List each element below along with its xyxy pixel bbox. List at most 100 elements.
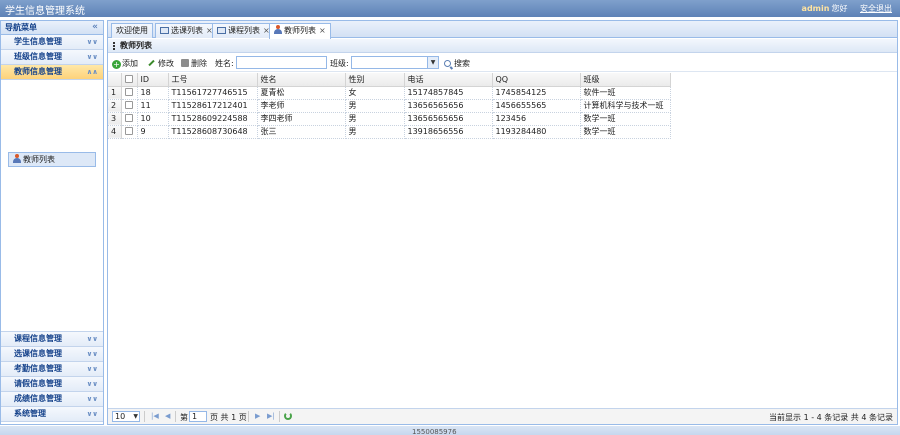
- sidebar-group-label: 请假信息管理: [14, 379, 62, 388]
- add-button[interactable]: + 添加: [112, 58, 138, 69]
- next-page-icon[interactable]: ▶: [255, 412, 260, 420]
- page-size-select[interactable]: 10 ▼: [112, 411, 140, 422]
- column-header[interactable]: 性别: [345, 73, 405, 87]
- tab-bar: 欢迎使用 选课列表 × 课程列表 × 教师列表 ×: [108, 21, 897, 39]
- sidebar-group-label: 系统管理: [14, 409, 46, 418]
- search-label: 搜索: [454, 59, 470, 68]
- sidebar-header: 导航菜单 «: [1, 21, 103, 35]
- name-search-input[interactable]: [236, 56, 327, 69]
- user-area: admin 您好 安全退出: [802, 3, 892, 14]
- pager-divider: [175, 411, 176, 422]
- cell-no: T11528608730648: [168, 125, 258, 139]
- panel-title: 教师列表: [120, 41, 152, 50]
- sidebar-group-label: 课程信息管理: [14, 334, 62, 343]
- checkbox[interactable]: [124, 88, 133, 96]
- sidebar-group-selection[interactable]: 选课信息管理 ∨∨: [1, 347, 103, 362]
- edit-label: 修改: [158, 59, 174, 68]
- edit-button[interactable]: 修改: [148, 58, 174, 69]
- sidebar-group-system[interactable]: 系统管理 ∨∨: [1, 407, 103, 422]
- prev-page-icon[interactable]: ◀: [165, 412, 170, 420]
- cell-phone: 13656565656: [404, 99, 493, 113]
- column-header[interactable]: 工号: [168, 73, 258, 87]
- add-label: 添加: [122, 59, 138, 68]
- app-title: 学生信息管理系统: [5, 6, 85, 17]
- logout-link[interactable]: 安全退出: [860, 4, 892, 13]
- tab-label: 选课列表: [171, 26, 203, 35]
- grid-pager: 10 ▼ |◀ ◀ 第 1 页 共 1 页 ▶ ▶| 当前显示 1 - 4 条记…: [108, 408, 897, 424]
- content-panel: 欢迎使用 选课列表 × 课程列表 × 教师列表 × 教师列表 + 添加 修改 删除 姓名…: [107, 20, 898, 425]
- row-number: 4: [108, 125, 122, 139]
- sidebar-item-label: 教师列表: [23, 155, 55, 164]
- table-row[interactable]: 2 11 T11528617212401 李老师 男 13656565656 1…: [108, 99, 671, 113]
- sidebar-item-teacher-list[interactable]: 教师列表: [8, 152, 96, 167]
- checkbox[interactable]: [124, 101, 133, 109]
- table-row[interactable]: 3 10 T11528609224588 李四老师 男 13656565656 …: [108, 112, 671, 126]
- table-row[interactable]: 1 18 T11561727746515 夏青松 女 15174857845 1…: [108, 86, 671, 100]
- column-header[interactable]: 姓名: [257, 73, 346, 87]
- sidebar-group-student[interactable]: 学生信息管理 ∨∨: [1, 35, 103, 50]
- page-label-post: 页 共 1 页: [210, 413, 247, 422]
- cell-id: 10: [137, 112, 169, 126]
- tab-selection-list[interactable]: 选课列表 ×: [155, 23, 218, 38]
- refresh-icon[interactable]: [284, 412, 292, 420]
- cell-phone: 15174857845: [404, 86, 493, 100]
- class-select[interactable]: ▼: [351, 56, 439, 69]
- chevron-down-icon[interactable]: ▼: [427, 57, 438, 68]
- name-label: 姓名:: [215, 59, 234, 68]
- nav-sidebar: 导航菜单 « 学生信息管理 ∨∨ 班级信息管理 ∨∨ 教师信息管理 ∧∧ 教师列…: [0, 20, 104, 425]
- column-header[interactable]: QQ: [492, 73, 581, 87]
- chevron-double-down-icon: ∨∨: [86, 365, 98, 373]
- grid-header-row: ID 工号 姓名 性别 电话 QQ 班级: [108, 73, 671, 87]
- collapse-sidebar-icon[interactable]: «: [92, 21, 98, 34]
- cell-id: 9: [137, 125, 169, 139]
- first-page-icon[interactable]: |◀: [151, 412, 159, 420]
- pencil-icon: [148, 59, 155, 67]
- column-header[interactable]: ID: [137, 73, 169, 87]
- delete-label: 删除: [191, 59, 207, 68]
- cell-name: 张三: [257, 125, 346, 139]
- row-checkbox[interactable]: [121, 99, 138, 113]
- last-page-icon[interactable]: ▶|: [267, 412, 275, 420]
- pager-divider: [248, 411, 249, 422]
- sidebar-group-teacher[interactable]: 教师信息管理 ∧∧: [1, 65, 103, 80]
- table-row[interactable]: 4 9 T11528608730648 张三 男 13918656556 119…: [108, 125, 671, 139]
- cell-name: 李四老师: [257, 112, 346, 126]
- app-header: 学生信息管理系统 admin 您好 安全退出: [0, 0, 900, 17]
- column-header[interactable]: 电话: [404, 73, 493, 87]
- sidebar-group-leave[interactable]: 请假信息管理 ∨∨: [1, 377, 103, 392]
- tab-welcome[interactable]: 欢迎使用: [111, 23, 153, 38]
- select-all-checkbox[interactable]: [121, 73, 138, 87]
- cell-phone: 13918656556: [404, 125, 493, 139]
- checkbox[interactable]: [124, 127, 133, 135]
- sidebar-group-class[interactable]: 班级信息管理 ∨∨: [1, 50, 103, 65]
- tab-course-list[interactable]: 课程列表 ×: [212, 23, 275, 38]
- row-checkbox[interactable]: [121, 112, 138, 126]
- sidebar-group-label: 选课信息管理: [14, 349, 62, 358]
- footer-text: 1550085976: [412, 429, 457, 435]
- footer-bar: 1550085976: [0, 426, 900, 435]
- class-label: 班级:: [330, 59, 349, 68]
- sidebar-group-score[interactable]: 成绩信息管理 ∨∨: [1, 392, 103, 407]
- close-icon[interactable]: ×: [319, 26, 326, 35]
- column-header[interactable]: 班级: [580, 73, 671, 87]
- cell-id: 11: [137, 99, 169, 113]
- sidebar-group-attendance[interactable]: 考勤信息管理 ∨∨: [1, 362, 103, 377]
- search-button[interactable]: 搜索: [444, 58, 470, 69]
- cell-sex: 女: [345, 86, 405, 100]
- row-checkbox[interactable]: [121, 86, 138, 100]
- delete-button[interactable]: 删除: [181, 58, 207, 69]
- row-checkbox[interactable]: [121, 125, 138, 139]
- page-number-input[interactable]: 1: [189, 411, 207, 422]
- cell-qq: 1745854125: [492, 86, 581, 100]
- checkbox[interactable]: [124, 74, 133, 83]
- cell-sex: 男: [345, 112, 405, 126]
- tab-teacher-list[interactable]: 教师列表 ×: [269, 23, 331, 39]
- checkbox[interactable]: [124, 114, 133, 122]
- add-icon: +: [112, 60, 121, 69]
- person-icon: [13, 154, 21, 163]
- chevron-double-down-icon: ∨∨: [86, 395, 98, 403]
- grid-toolbar: + 添加 修改 删除 姓名: 班级: ▼ 搜索: [108, 54, 897, 72]
- sidebar-group-course[interactable]: 课程信息管理 ∨∨: [1, 332, 103, 347]
- cell-no: T11528609224588: [168, 112, 258, 126]
- trash-icon: [181, 59, 189, 67]
